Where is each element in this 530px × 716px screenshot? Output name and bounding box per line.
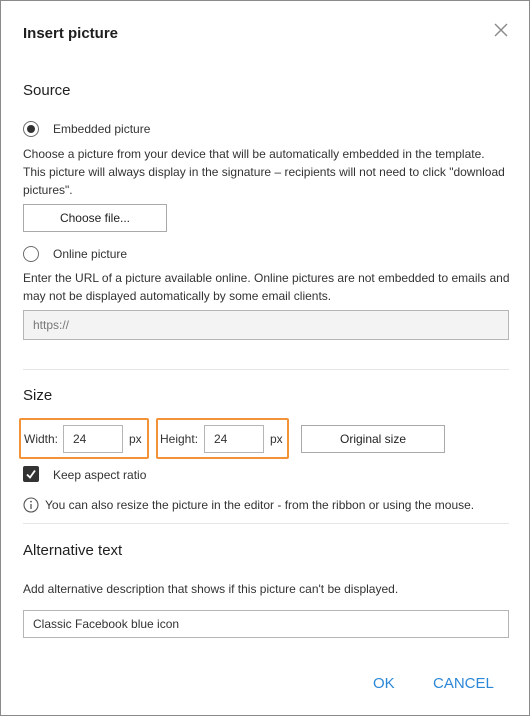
alt-text-heading: Alternative text (23, 542, 123, 559)
width-unit: px (129, 432, 142, 446)
embedded-picture-label: Embedded picture (53, 122, 151, 136)
info-icon (23, 497, 39, 513)
online-picture-label: Online picture (53, 247, 128, 261)
resize-info-text: You can also resize the picture in the e… (45, 498, 475, 512)
divider (23, 369, 509, 370)
original-size-button[interactable]: Original size (301, 425, 445, 453)
width-input[interactable]: 24 (63, 425, 123, 453)
height-unit: px (270, 432, 283, 446)
size-heading: Size (23, 387, 53, 404)
insert-picture-dialog: Insert picture Source Embedded picture C… (0, 0, 530, 716)
height-input[interactable]: 24 (204, 425, 264, 453)
close-icon[interactable] (492, 21, 510, 39)
online-description: Enter the URL of a picture available onl… (23, 271, 510, 303)
divider (23, 523, 509, 524)
dialog-title: Insert picture (23, 25, 119, 42)
embedded-description: Choose a picture from your device that w… (23, 147, 505, 197)
embedded-picture-radio[interactable] (23, 121, 39, 137)
width-label: Width: (24, 432, 59, 446)
keep-aspect-checkbox[interactable] (23, 466, 39, 482)
height-label: Height: (160, 432, 199, 446)
alt-text-description: Add alternative description that shows i… (23, 582, 399, 596)
checkmark-icon (26, 469, 36, 479)
online-picture-radio[interactable] (23, 246, 39, 262)
choose-file-button[interactable]: Choose file... (23, 204, 167, 232)
keep-aspect-label: Keep aspect ratio (53, 468, 147, 482)
ok-button[interactable]: OK (373, 675, 395, 692)
source-heading: Source (23, 82, 71, 99)
online-url-input[interactable]: https:// (23, 310, 509, 340)
cancel-button[interactable]: CANCEL (433, 675, 494, 692)
alt-text-input[interactable]: Classic Facebook blue icon (23, 610, 509, 638)
